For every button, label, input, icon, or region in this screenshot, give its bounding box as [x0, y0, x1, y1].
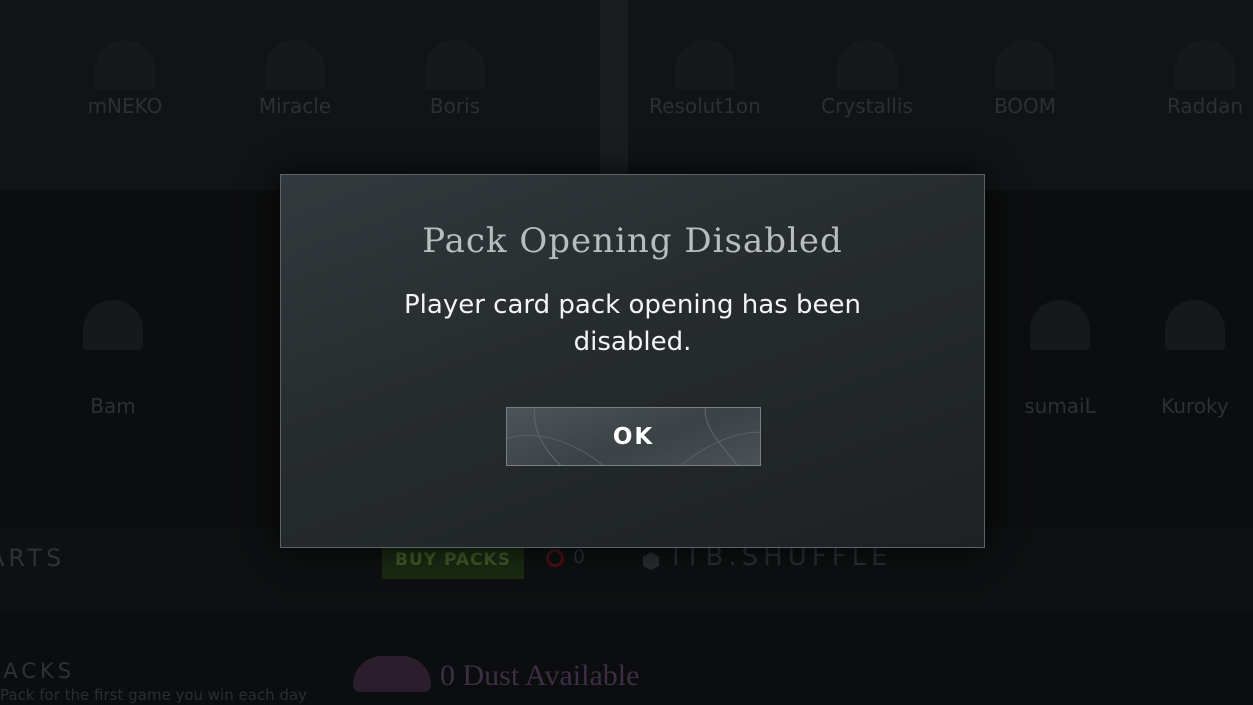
- player-card: Crystallis: [792, 40, 942, 130]
- player-card: Kuroky: [1120, 300, 1253, 418]
- player-portrait: [1030, 300, 1090, 350]
- player-portrait: [265, 40, 325, 90]
- packs-section-title: PACKS: [0, 659, 76, 683]
- panel-divider: [600, 0, 628, 190]
- ok-button[interactable]: OK: [506, 407, 761, 466]
- pack-count-icon: [546, 549, 564, 567]
- player-portrait: [83, 300, 143, 350]
- player-portrait: [995, 40, 1055, 90]
- player-card: Raddan: [1130, 40, 1253, 130]
- player-card: Bam: [38, 300, 188, 418]
- player-name: Bam: [90, 394, 136, 418]
- player-name: sumaiL: [1024, 394, 1096, 418]
- player-portrait: [1165, 300, 1225, 350]
- packs-subtitle: Pack for the first game you win each day: [0, 686, 308, 704]
- player-name: Crystallis: [821, 94, 913, 118]
- player-name: Boris: [429, 94, 481, 118]
- player-name: Miracle: [258, 94, 332, 118]
- pack-count: 0: [573, 546, 586, 568]
- player-name: Resolut1on: [649, 94, 761, 118]
- player-card: Boris: [380, 40, 530, 130]
- player-portrait: [95, 40, 155, 90]
- dust-available: 0 Dust Available: [440, 659, 640, 692]
- player-portrait: [425, 40, 485, 90]
- ok-button-label: OK: [612, 423, 655, 450]
- player-card: sumaiL: [985, 300, 1135, 418]
- player-name: BOOM: [993, 94, 1057, 118]
- dust-icon: [353, 656, 431, 692]
- player-card: mNEKO: [50, 40, 200, 130]
- dialog-title: Pack Opening Disabled: [422, 221, 843, 261]
- player-portrait: [675, 40, 735, 90]
- player-portrait: [1175, 40, 1235, 90]
- player-card: Resolut1on: [630, 40, 780, 130]
- app-screen: mNEKO Miracle Boris Resolut1on Crystalli…: [0, 0, 1253, 705]
- player-name: Raddan: [1166, 94, 1244, 118]
- dialog-message: Player card pack opening has been disabl…: [403, 290, 861, 357]
- player-card: BOOM: [950, 40, 1100, 130]
- player-name: mNEKO: [87, 94, 163, 118]
- player-portrait: [837, 40, 897, 90]
- section-title: ARTS: [0, 544, 66, 572]
- player-name: Kuroky: [1161, 394, 1229, 418]
- pack-opening-disabled-dialog: Pack Opening Disabled Player card pack o…: [280, 174, 985, 548]
- player-card: Miracle: [220, 40, 370, 130]
